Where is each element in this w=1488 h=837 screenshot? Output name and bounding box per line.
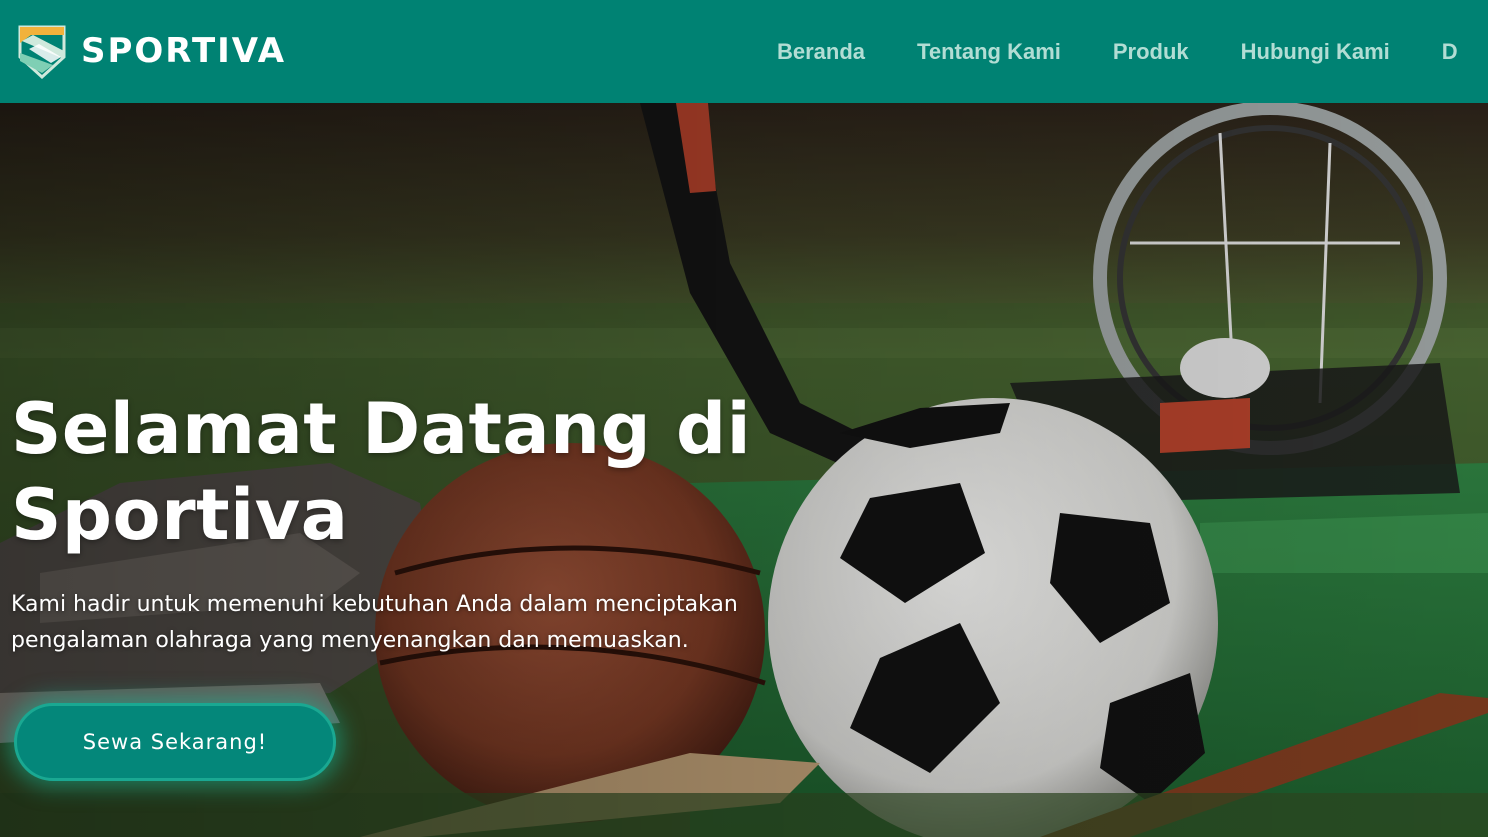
nav-item-hubungi-kami[interactable]: Hubungi Kami xyxy=(1215,39,1416,65)
nav-item-tentang-kami[interactable]: Tentang Kami xyxy=(891,39,1087,65)
rent-now-button[interactable]: Sewa Sekarang! xyxy=(14,703,336,781)
nav-item-truncated[interactable]: D xyxy=(1416,39,1484,65)
nav-item-beranda[interactable]: Beranda xyxy=(751,39,891,65)
shield-s-logo-icon xyxy=(18,25,66,79)
hero-title: Selamat Datang di Sportiva xyxy=(11,388,752,556)
brand[interactable]: SPORTIVA xyxy=(17,23,286,79)
navbar: SPORTIVA Beranda Tentang Kami Produk Hub… xyxy=(0,0,1488,103)
nav-item-produk[interactable]: Produk xyxy=(1087,39,1215,65)
hero-section: Selamat Datang di Sportiva Kami hadir un… xyxy=(0,103,1488,837)
brand-name: SPORTIVA xyxy=(81,31,287,71)
landing-page: SPORTIVA Beranda Tentang Kami Produk Hub… xyxy=(0,0,1488,837)
hero-subtitle: Kami hadir untuk memenuhi kebutuhan Anda… xyxy=(11,592,738,653)
nav-menu: Beranda Tentang Kami Produk Hubungi Kami… xyxy=(751,0,1484,103)
